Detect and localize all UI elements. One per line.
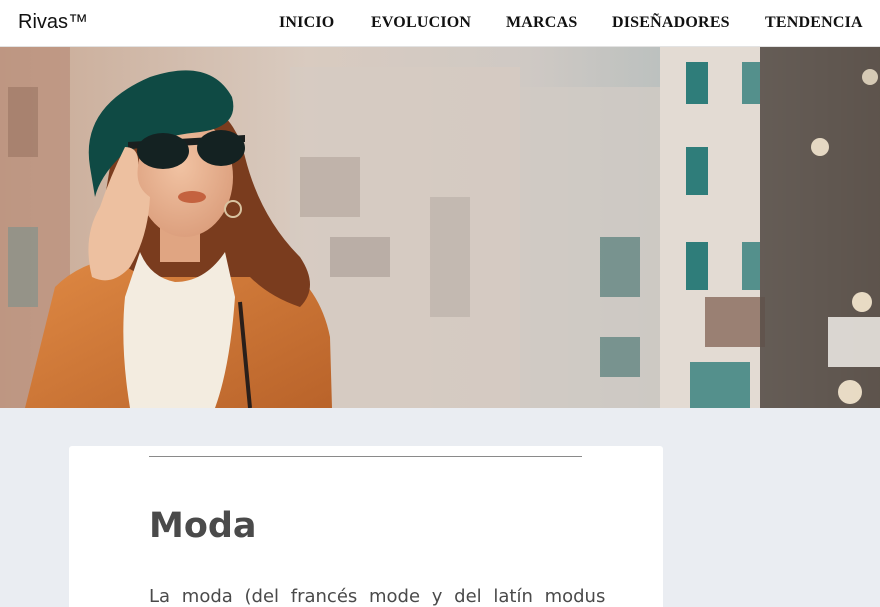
nav-link-inicio[interactable]: INICIO [279, 14, 334, 32]
nav-link-disenadores[interactable]: DISEÑADORES [612, 14, 730, 32]
article-card: Moda La moda (del francés mode y del lat… [69, 446, 663, 607]
article-title: Moda [149, 506, 257, 546]
top-navbar: Rivas™ INICIO EVOLUCION MARCAS DISEÑADOR… [0, 0, 880, 47]
main-nav: INICIO EVOLUCION MARCAS DISEÑADORES TEND… [0, 0, 880, 47]
hero-banner-image [0, 47, 880, 408]
nav-link-evolucion[interactable]: EVOLUCION [371, 14, 471, 32]
nav-link-tendencia[interactable]: TENDENCIA [765, 14, 863, 32]
hero-illustration [0, 47, 880, 408]
article-intro-text: La moda (del francés mode y del latín mo… [149, 586, 606, 607]
divider [149, 456, 582, 457]
nav-link-marcas[interactable]: MARCAS [506, 14, 577, 32]
